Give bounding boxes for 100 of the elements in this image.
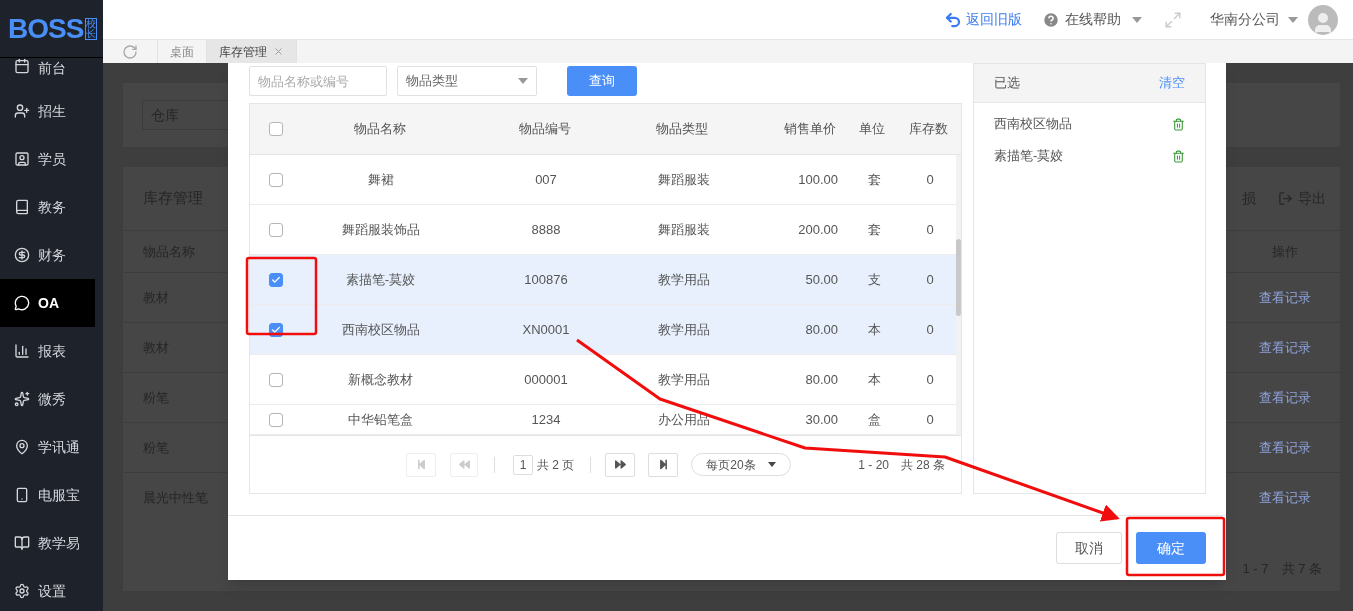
table-cell-text: 舞蹈服装 [657, 220, 710, 239]
table-cell-text: 教学用品 [657, 320, 710, 339]
table-cell-text: 西南校区物品 [341, 320, 420, 339]
table-cell-text: 舞蹈服装 [657, 170, 710, 189]
table-cell-text: 80.00 [805, 370, 838, 389]
sidebar-item[interactable]: 报表 [0, 327, 95, 375]
close-icon[interactable] [273, 46, 284, 57]
settings-icon [14, 583, 30, 599]
id-card-icon [14, 151, 30, 167]
table-cell-text: 80.00 [805, 320, 838, 339]
rewind-icon [458, 459, 470, 470]
table-cell-text: 套 [867, 220, 881, 239]
type-select[interactable]: 物品类型 [397, 66, 537, 96]
fast-forward-icon [614, 459, 626, 470]
logo-text: BOSS [8, 14, 84, 43]
table-cell-text: 套 [867, 170, 881, 189]
scrollbar[interactable] [956, 155, 961, 435]
checkbox[interactable] [269, 272, 283, 287]
caret-icon [1132, 16, 1142, 23]
table-cell-text: 本 [867, 320, 881, 339]
checkbox[interactable] [269, 412, 283, 427]
table-cell-text: 0 [926, 410, 934, 429]
help-icon [1042, 10, 1060, 29]
table-cell-text: XN0001 [522, 320, 570, 339]
table-cell-text: 200.00 [798, 220, 838, 239]
undo-icon [944, 10, 962, 29]
view-record-link[interactable]: 查看记录 [1230, 487, 1340, 508]
help-menu[interactable]: 在线帮助 [1042, 9, 1142, 30]
table-cell-text: 本 [867, 370, 881, 389]
calendar-icon [14, 58, 30, 74]
search-field[interactable]: 物品名称或编号 [249, 66, 387, 96]
table-cell-text: 舞蹈服装饰品 [341, 220, 420, 239]
table-cell-text: 中华铅笔盒 [348, 410, 413, 429]
sidebar-item[interactable]: 招生 [0, 87, 95, 135]
refresh-icon[interactable] [122, 43, 138, 60]
table-cell-text: 新概念教材 [348, 370, 413, 389]
table-cell-text: 素描笔-莫姣 [345, 270, 416, 289]
table-cell-text: 0 [926, 220, 934, 239]
view-record-link[interactable]: 查看记录 [1230, 337, 1340, 358]
column-header: 单位 [859, 120, 886, 139]
avatar[interactable] [1308, 4, 1338, 35]
sidebar-item[interactable]: 教学易 [0, 519, 95, 567]
map-pin-icon [14, 439, 30, 455]
sparkle-icon [14, 391, 30, 407]
selected-item: 西南校区物品 [994, 115, 1072, 134]
bar-chart-icon [14, 343, 30, 359]
user-plus-icon [14, 103, 30, 119]
sidebar-item[interactable]: 前台 [0, 58, 95, 87]
view-record-link[interactable]: 查看记录 [1230, 437, 1340, 458]
tab[interactable]: 库存管理 [207, 40, 297, 63]
caret-icon [768, 462, 777, 467]
back-link[interactable]: 返回旧版 [944, 9, 1022, 30]
column-header: 库存数 [908, 120, 948, 139]
expand-icon[interactable] [1164, 10, 1182, 29]
checkbox[interactable] [269, 172, 283, 187]
checkbox[interactable] [269, 372, 283, 387]
table-cell-text: 支 [867, 270, 881, 289]
trash-icon[interactable] [1172, 117, 1185, 131]
sidebar-item[interactable]: 教务 [0, 183, 95, 231]
view-record-link[interactable]: 查看记录 [1230, 387, 1340, 408]
check-icon [271, 324, 281, 335]
first-page-button[interactable] [406, 452, 436, 477]
table-cell-text: 0 [926, 270, 934, 289]
last-page-button[interactable] [648, 452, 679, 477]
table-cell-text: 0 [926, 370, 934, 389]
table-cell-text: 教学用品 [657, 370, 710, 389]
coin-icon [14, 247, 30, 263]
branch-menu[interactable]: 华南分公司 [1210, 9, 1298, 30]
panel-title: 已选 [994, 74, 1020, 93]
next-page-button[interactable] [605, 452, 636, 477]
checkbox[interactable] [268, 122, 283, 136]
export-icon [1278, 191, 1293, 206]
table-row[interactable]: 素描笔-莫姣 100876 教学用品 50.00 支 0 [250, 255, 956, 305]
open-book-icon [14, 535, 30, 551]
view-record-link[interactable]: 查看记录 [1230, 287, 1340, 308]
column-header: 物品名称 [354, 120, 407, 139]
first-page-icon [415, 459, 427, 470]
sidebar-item[interactable]: 学员 [0, 135, 95, 183]
table-cell-text: 30.00 [805, 410, 838, 429]
previous-page-button[interactable] [450, 452, 478, 477]
phone-icon [14, 487, 30, 503]
sidebar-item[interactable]: 财务 [0, 231, 95, 279]
sidebar-item[interactable]: 微秀 [0, 375, 95, 423]
table-cell-text: 盒 [867, 410, 881, 429]
sidebar-item[interactable]: OA [0, 279, 95, 327]
table-cell-text: 50.00 [805, 270, 838, 289]
table-cell-text: 100.00 [798, 170, 838, 189]
cancel-button[interactable]: 取消 [1056, 532, 1122, 564]
column-header: 物品类型 [656, 120, 709, 139]
checkbox[interactable] [269, 222, 283, 237]
page-input[interactable]: 1 [513, 454, 533, 475]
trash-icon[interactable] [1172, 149, 1185, 163]
chat-bubble-icon [14, 295, 30, 311]
table-row[interactable]: 西南校区物品 XN0001 教学用品 80.00 本 0 [250, 305, 956, 355]
sidebar-item[interactable]: 设置 [0, 567, 95, 611]
sidebar-item[interactable]: 电服宝 [0, 471, 95, 519]
sidebar-item[interactable]: 学讯通 [0, 423, 95, 471]
table-cell-text: 007 [535, 170, 557, 189]
table-cell-text: 0 [926, 170, 934, 189]
table-cell-text: 舞裙 [367, 170, 394, 189]
